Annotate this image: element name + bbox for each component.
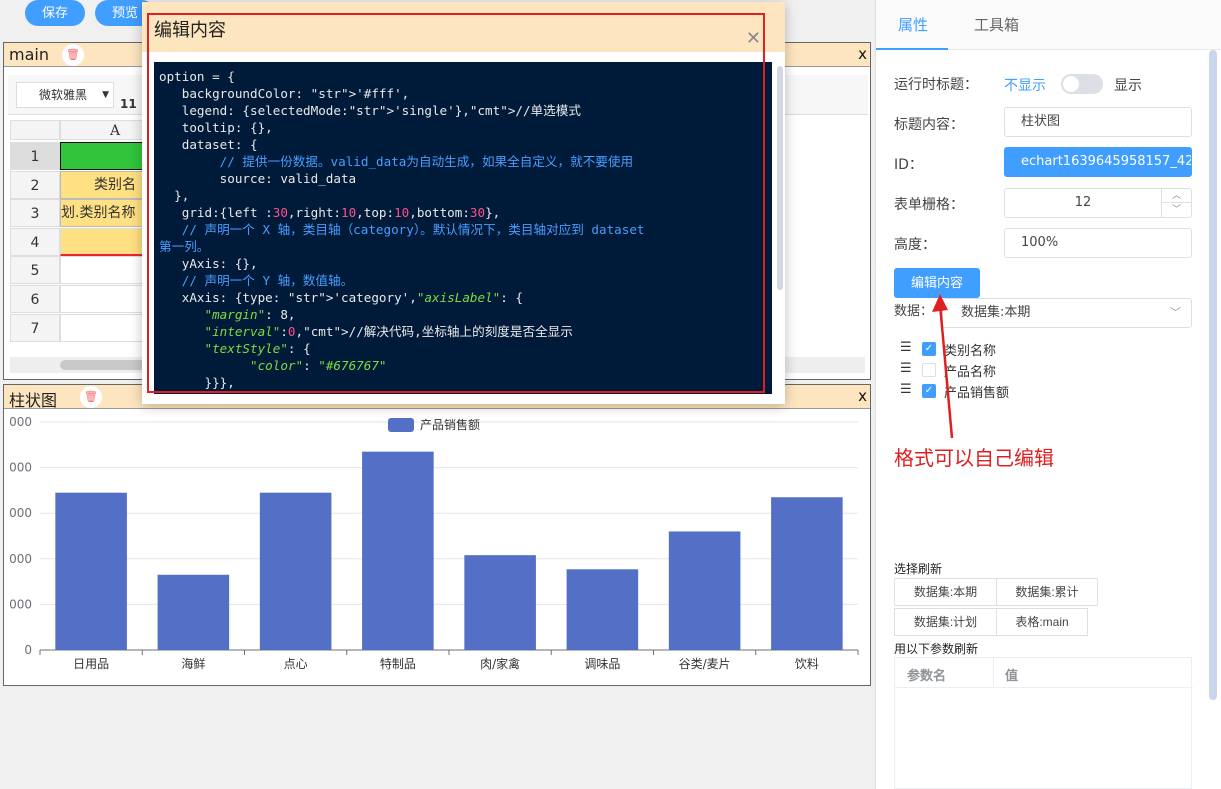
param-table-header: 参数名 值 [895,658,1193,688]
x-tick-label: 点心 [284,657,308,671]
legend-swatch [388,418,414,432]
id-input[interactable]: echart1639645958157_42712 [1004,147,1192,177]
row-header[interactable]: 5 [10,256,60,285]
chevron-down-icon: ▼ [102,90,109,100]
refresh-dataset-current-button[interactable]: 数据集:本期 [894,578,997,606]
height-input[interactable]: 100% [1004,228,1192,258]
bar [771,497,843,650]
refresh-table-main-button[interactable]: 表格:main [996,608,1088,636]
delete-icon[interactable]: 🗑 [80,386,102,408]
y-tick-label: 000 [9,415,32,429]
title-content-input[interactable]: 柱状图 [1004,107,1192,137]
legend-label: 产品销售额 [420,417,480,432]
close-icon[interactable]: x [858,387,867,405]
close-icon[interactable]: x [858,45,867,63]
bar [464,555,536,650]
panel-scrollbar[interactable] [1209,50,1217,700]
sheet-corner[interactable] [10,120,60,140]
dialog-header: 编辑内容 ✕ [142,2,785,52]
font-family-select[interactable]: 微软雅黑 ▼ [16,82,114,108]
row-header[interactable]: 4 [10,227,60,256]
title-content-label: 标题内容： [894,117,964,133]
y-tick-label: 000 [9,552,32,566]
sliders-icon[interactable]: ☰ [900,340,912,355]
annotation-arrow-icon [932,294,954,439]
bar [157,574,230,650]
x-tick-label: 肉/家禽 [480,656,520,671]
param-divider [993,658,994,688]
runtime-title-label: 运行时标题： [894,77,978,93]
refresh-dataset-plan-button[interactable]: 数据集:计划 [894,608,997,636]
y-tick-label: 000 [9,506,32,520]
edit-content-dialog: 编辑内容 ✕ option = { backgroundColor: "str"… [142,2,785,404]
main-widget-title: main [9,45,49,64]
bar [668,531,741,650]
y-tick-label: 0 [24,643,32,657]
x-tick-label: 特制品 [380,656,416,671]
sliders-icon[interactable]: ☰ [900,361,912,376]
x-tick-label: 日用品 [73,657,109,671]
grid-stepper[interactable]: 12 ︿ ﹀ [1004,188,1192,218]
bar-chart: 0000000000000000日用品 海鲜 点心 特制品 肉/家禽 调味品 谷类/麦片 饮料… [9,415,859,671]
row-header[interactable]: 2 [10,170,60,199]
font-size-value[interactable]: 11 [120,97,137,111]
runtime-title-toggle[interactable] [1061,74,1103,94]
id-label: ID： [894,157,923,173]
close-icon[interactable]: ✕ [746,28,761,49]
bar [566,569,639,650]
show-option[interactable]: 显示 [1114,75,1142,95]
height-label: 高度： [894,237,936,253]
save-button[interactable]: 保存 [25,0,85,26]
code-scrollbar[interactable] [777,66,783,290]
row-header[interactable]: 7 [10,313,60,342]
dialog-title: 编辑内容 [154,20,226,41]
chevron-up-icon[interactable]: ︿ [1161,189,1191,203]
param-value-header: 值 [1005,669,1019,684]
bar [362,451,434,650]
grid-stepper-value: 12 [1074,195,1092,210]
delete-icon[interactable]: 🗑 [62,44,84,66]
code-editor[interactable]: option = { backgroundColor: "str">'#fff'… [154,62,772,394]
horizontal-scrollbar[interactable] [60,360,150,370]
x-tick-label: 谷类/麦片 [679,657,731,671]
y-tick-label: 000 [9,461,32,475]
param-refresh-title: 用以下参数刷新 [894,642,979,656]
row-header[interactable]: 3 [10,199,60,228]
row-header[interactable]: 6 [10,285,60,313]
bar [55,492,127,650]
x-tick-label: 海鲜 [181,656,205,671]
panel-tabs: 属性 工具箱 [876,0,1221,50]
code-text[interactable]: option = { backgroundColor: "str">'#fff'… [159,68,772,391]
refresh-dataset-cumulative-button[interactable]: 数据集:累计 [996,578,1098,606]
bar [259,492,332,650]
tab-properties[interactable]: 属性 [898,14,928,35]
param-name-header: 参数名 [907,669,947,684]
chevron-down-icon: ﹀ [1170,306,1181,319]
sliders-icon[interactable]: ☰ [900,382,912,397]
refresh-title: 选择刷新 [894,562,943,576]
toggle-knob [1063,76,1079,92]
tab-toolbox[interactable]: 工具箱 [974,14,1019,35]
param-table: 参数名 值 [894,657,1193,789]
x-tick-label: 饮料 [795,657,819,671]
grid-label: 表单栅格： [894,197,964,213]
row-header[interactable]: 1 [10,142,60,170]
y-tick-label: 000 [9,597,32,611]
active-tab-indicator [876,48,948,50]
font-family-value: 微软雅黑 [39,88,88,102]
chevron-down-icon[interactable]: ﹀ [1161,203,1191,217]
x-tick-label: 调味品 [584,657,620,671]
hide-option[interactable]: 不显示 [1004,75,1046,95]
